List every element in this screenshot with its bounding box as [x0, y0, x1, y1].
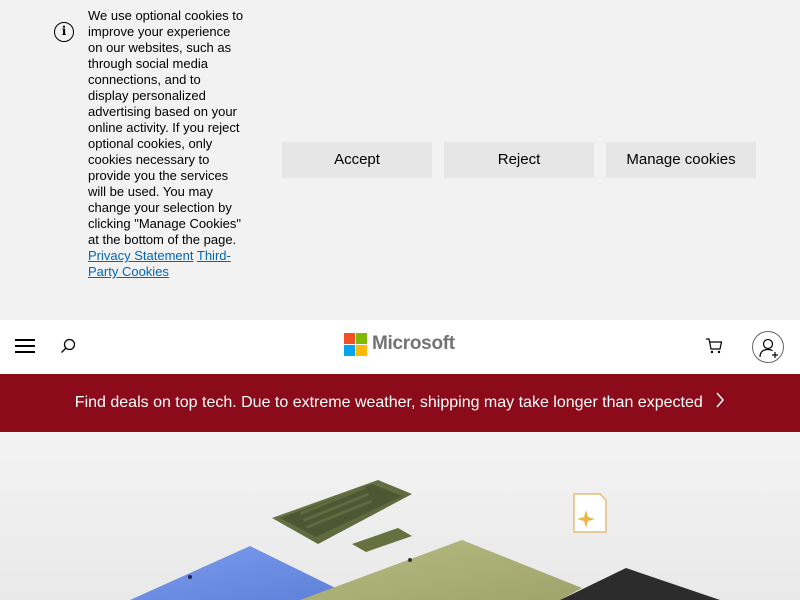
cookie-banner: i We use optional cookies to improve you… — [0, 0, 800, 320]
search-icon[interactable] — [60, 338, 76, 354]
microsoft-logo-icon — [344, 332, 367, 356]
chevron-right-icon — [715, 392, 725, 413]
privacy-statement-link[interactable]: Privacy Statement — [88, 248, 194, 263]
deals-banner-text: Find deals on top tech. Due to extreme w… — [74, 394, 703, 411]
hero-section — [0, 432, 800, 600]
hamburger-menu-icon[interactable] — [15, 339, 35, 353]
cookie-message-text: We use optional cookies to improve your … — [88, 8, 244, 247]
surface-devices-image — [0, 432, 800, 600]
account-add-icon — [759, 338, 778, 358]
site-header: Microsoft — [0, 320, 800, 374]
manage-cookies-button[interactable]: Manage cookies — [606, 142, 756, 178]
accept-cookies-button[interactable]: Accept — [282, 142, 432, 178]
cart-icon[interactable] — [705, 337, 723, 355]
microsoft-logo[interactable]: Microsoft — [344, 332, 455, 356]
deals-banner[interactable]: Find deals on top tech. Due to extreme w… — [0, 374, 800, 432]
account-button[interactable] — [752, 331, 784, 363]
reject-cookies-button[interactable]: Reject — [444, 142, 594, 178]
info-icon: i — [54, 22, 74, 42]
logo-text: Microsoft — [372, 333, 455, 354]
ai-sparkle-icon[interactable] — [572, 490, 608, 534]
cookie-message: We use optional cookies to improve your … — [88, 8, 244, 280]
